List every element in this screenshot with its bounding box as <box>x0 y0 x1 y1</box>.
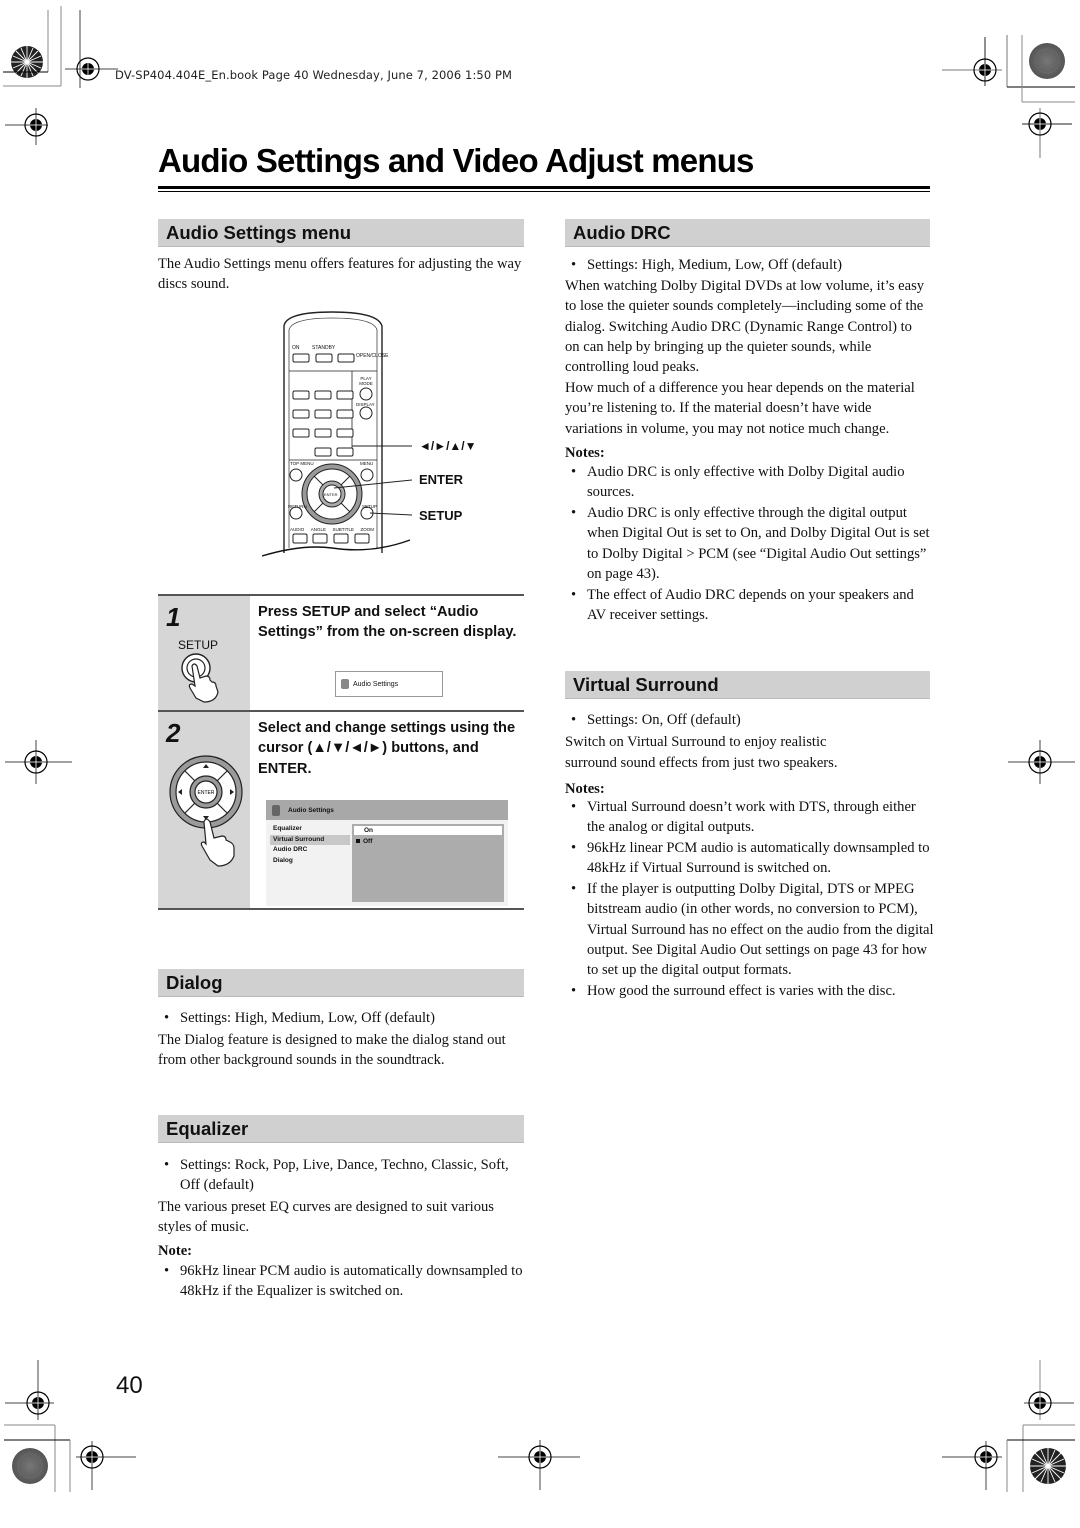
osd-title: Audio Settings <box>288 806 334 814</box>
remote-on-label: ON <box>292 345 300 351</box>
step-1: 1 SETUP Press SETUP and select “Audio Se… <box>158 594 524 710</box>
remote-angle-label: ANGLE <box>310 527 327 532</box>
remote-bottom-row-labels: AUDIO ANGLE SUBTITLE ZOOM <box>290 527 374 532</box>
equalizer-settings-list: Settings: Rock, Pop, Live, Dance, Techno… <box>158 1155 524 1196</box>
osd-menu-item-virtual-surround[interactable]: Virtual Surround <box>270 834 350 845</box>
dialog-description: The Dialog feature is designed to make t… <box>158 1032 506 1069</box>
remote-control-drawing <box>262 311 412 557</box>
steps-table: 1 SETUP Press SETUP and select “Audio Se… <box>158 594 524 910</box>
current-setting-marker-icon <box>356 839 360 844</box>
osd-options-panel: On Off <box>352 824 504 902</box>
audio-drc-description-2: How much of a difference you hear depend… <box>565 380 915 437</box>
speaker-icon <box>272 804 280 816</box>
osd-title-bar: Audio Settings <box>266 800 508 820</box>
audio-drc-notes: Audio DRC is only effective with Dolby D… <box>565 462 933 625</box>
osd-menu-item-equalizer[interactable]: Equalizer <box>270 824 350 835</box>
remote-enter-label: ENTER <box>324 492 338 497</box>
page-title: Audio Settings and Video Adjust menus <box>158 142 754 179</box>
title-rule <box>158 186 930 189</box>
virtual-surround-description: Switch on Virtual Surround to enjoy real… <box>565 734 838 771</box>
virtual-surround-note-item: Virtual Surround doesn’t work with DTS, … <box>565 797 935 838</box>
cursor-pad-with-hand-icon: ENTER <box>169 755 243 867</box>
remote-audio-label: AUDIO <box>290 527 305 532</box>
speaker-icon <box>341 679 349 689</box>
osd-audio-settings-label: Audio Settings <box>353 680 399 688</box>
remote-top-menu-label: TOP MENU <box>290 461 314 466</box>
osd-option-off[interactable]: Off <box>356 837 372 846</box>
step-number: 2 <box>166 718 181 748</box>
virtual-surround-note-item: If the player is outputting Dolby Digita… <box>565 879 935 980</box>
virtual-surround-note-item: 96kHz linear PCM audio is automatically … <box>565 838 935 879</box>
remote-standby-label: STANDBY <box>312 345 336 351</box>
audio-drc-note-item: Audio DRC is only effective through the … <box>565 503 933 584</box>
remote-control-illustration: ON STANDBY OPEN/CLOSE PLAY MODE DISPLAY … <box>262 308 482 560</box>
title-rule-thin <box>158 191 930 192</box>
audio-drc-notes-label: Notes: <box>565 445 605 461</box>
book-file-info: DV-SP404.404E_En.book Page 40 Wednesday,… <box>115 68 513 82</box>
equalizer-notes: 96kHz linear PCM audio is automatically … <box>158 1261 524 1302</box>
osd-menu-item-audio-drc[interactable]: Audio DRC <box>270 845 350 856</box>
step-1-instruction: Press SETUP and select “Audio Settings” … <box>258 604 517 641</box>
equalizer-note-item: 96kHz linear PCM audio is automatically … <box>158 1261 524 1302</box>
virtual-surround-notes: Virtual Surround doesn’t work with DTS, … <box>565 797 935 1002</box>
gray-disc-mark-top-right <box>1029 43 1065 79</box>
remote-display-label: DISPLAY <box>356 402 375 407</box>
hand-pressing-setup-icon <box>181 653 219 703</box>
equalizer-settings: Settings: Rock, Pop, Live, Dance, Techno… <box>158 1155 524 1196</box>
callout-enter: ENTER <box>419 472 464 487</box>
callout-cursor-buttons: ◄/►/▲/▼ <box>419 439 477 453</box>
remote-play-mode-label: PLAY MODE <box>359 376 373 386</box>
starburst-mark-top-left <box>11 46 43 78</box>
dialog-settings: Settings: High, Medium, Low, Off (defaul… <box>158 1008 524 1029</box>
step-2: 2 ENTER Select and change settings using… <box>158 710 524 910</box>
osd-option-on[interactable]: On <box>354 826 502 835</box>
audio-drc-description: When watching Dolby Digital DVDs at low … <box>565 278 925 376</box>
osd-menu-item-dialog[interactable]: Dialog <box>270 856 350 867</box>
audio-settings-intro: The Audio Settings menu offers features … <box>158 256 522 293</box>
remote-subtitle-label: SUBTITLE <box>332 527 355 532</box>
virtual-surround-notes-label: Notes: <box>565 781 605 797</box>
section-heading-audio-settings-menu: Audio Settings menu <box>158 219 524 247</box>
osd-audio-settings-menu: Audio Settings Equalizer Virtual Surroun… <box>266 800 508 906</box>
step-number: 1 <box>166 602 181 632</box>
virtual-surround-settings-list: Settings: On, Off (default) <box>565 710 930 731</box>
equalizer-note-label: Note: <box>158 1243 193 1259</box>
callout-setup: SETUP <box>419 508 463 523</box>
remote-return-label: RETURN <box>288 504 307 509</box>
equalizer-description: The various preset EQ curves are designe… <box>158 1199 494 1236</box>
audio-drc-settings: Settings: High, Medium, Low, Off (defaul… <box>565 255 930 276</box>
page-number: 40 <box>116 1372 143 1399</box>
remote-menu-label: MENU <box>360 461 374 466</box>
starburst-mark-bottom-right <box>1030 1448 1066 1484</box>
audio-drc-settings-list: Settings: High, Medium, Low, Off (defaul… <box>565 255 930 276</box>
virtual-surround-settings: Settings: On, Off (default) <box>565 710 930 731</box>
section-heading-equalizer: Equalizer <box>158 1115 524 1143</box>
osd-audio-settings-tab: Audio Settings <box>335 671 443 697</box>
remote-setup-label: SETUP <box>362 504 378 509</box>
setup-button-label: SETUP <box>178 638 219 652</box>
gray-disc-mark-bottom-left <box>12 1448 48 1484</box>
dialog-settings-list: Settings: High, Medium, Low, Off (defaul… <box>158 1008 524 1029</box>
osd-menu-list: Equalizer Virtual Surround Audio DRC Dia… <box>270 824 350 866</box>
audio-drc-note-item: The effect of Audio DRC depends on your … <box>565 585 933 626</box>
remote-open-close-label: OPEN/CLOSE <box>356 354 389 359</box>
virtual-surround-note-item: How good the surround effect is varies w… <box>565 981 935 1002</box>
remote-zoom-label: ZOOM <box>360 527 375 532</box>
section-heading-virtual-surround: Virtual Surround <box>565 671 930 699</box>
audio-drc-note-item: Audio DRC is only effective with Dolby D… <box>565 462 933 503</box>
section-heading-dialog: Dialog <box>158 969 524 997</box>
step-2-instruction: Select and change settings using the cur… <box>258 720 516 777</box>
enter-text: ENTER <box>198 790 215 796</box>
section-heading-audio-drc: Audio DRC <box>565 219 930 247</box>
